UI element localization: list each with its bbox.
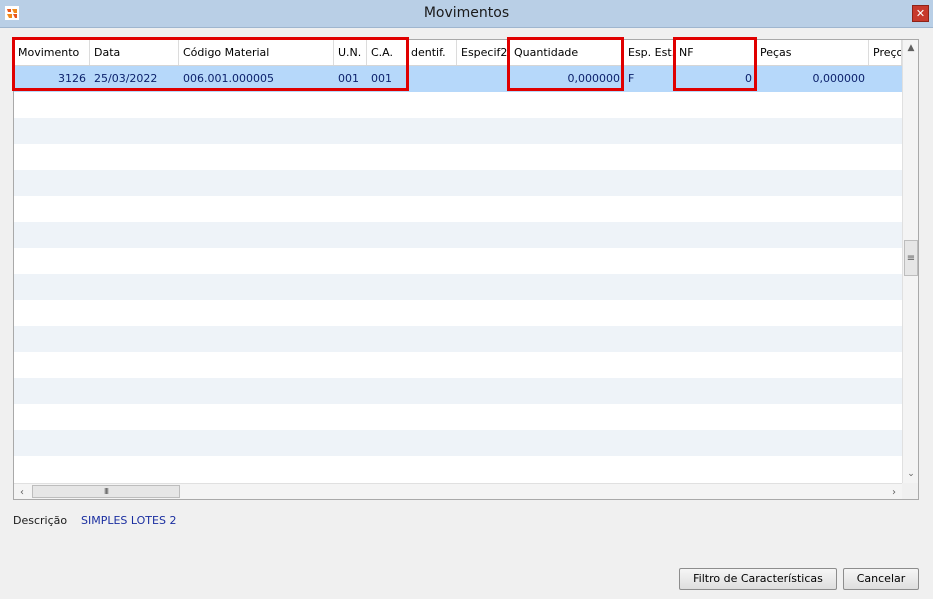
- title-bar: Movimentos ✕: [0, 0, 933, 28]
- dialog-client-area: Movimento Data Código Material U.N. C.A.…: [0, 29, 933, 599]
- scroll-up-arrow-icon[interactable]: ▲: [903, 40, 918, 56]
- column-header-un[interactable]: U.N.: [334, 40, 367, 65]
- grid-header: Movimento Data Código Material U.N. C.A.…: [14, 40, 902, 66]
- scroll-right-arrow-icon[interactable]: ›: [886, 484, 902, 499]
- empty-row: [14, 456, 902, 482]
- cell-movimento[interactable]: 3126: [14, 66, 90, 92]
- cell-codigo-material[interactable]: 006.001.000005: [179, 66, 334, 92]
- column-header-esp-est[interactable]: Esp. Est.: [624, 40, 675, 65]
- cell-esp-est[interactable]: F: [624, 66, 675, 92]
- cell-nf[interactable]: 0: [675, 66, 756, 92]
- empty-row: [14, 118, 902, 144]
- window-title: Movimentos: [423, 5, 510, 21]
- scroll-left-arrow-icon[interactable]: ‹: [14, 484, 30, 499]
- cell-identif[interactable]: [407, 66, 457, 92]
- empty-row: [14, 144, 902, 170]
- empty-row: [14, 326, 902, 352]
- cell-pecas[interactable]: 0,000000: [756, 66, 869, 92]
- column-header-data[interactable]: Data: [90, 40, 179, 65]
- column-header-nf[interactable]: NF: [675, 40, 756, 65]
- empty-row: [14, 404, 902, 430]
- horizontal-scroll-thumb[interactable]: III: [32, 485, 180, 498]
- column-header-especif2[interactable]: Especif2: [457, 40, 510, 65]
- column-header-preco[interactable]: Preço: [869, 40, 902, 65]
- grip-icon: ≡: [906, 252, 916, 264]
- column-header-ca[interactable]: C.A.: [367, 40, 407, 65]
- empty-row: [14, 378, 902, 404]
- filtro-caracteristicas-button[interactable]: Filtro de Características: [679, 568, 837, 590]
- cell-ca[interactable]: 001: [367, 66, 407, 92]
- horizontal-scrollbar[interactable]: ‹ III ›: [14, 483, 902, 499]
- cell-especif2[interactable]: [457, 66, 510, 92]
- empty-row: [14, 274, 902, 300]
- grid-rows: 3126 25/03/2022 006.001.000005 001 001 0…: [14, 66, 902, 482]
- table-row[interactable]: 3126 25/03/2022 006.001.000005 001 001 0…: [14, 66, 902, 92]
- empty-row: [14, 248, 902, 274]
- vertical-scroll-thumb[interactable]: ≡: [904, 240, 918, 276]
- column-header-pecas[interactable]: Peças: [756, 40, 869, 65]
- cell-data[interactable]: 25/03/2022: [90, 66, 179, 92]
- description-label: Descrição: [13, 514, 68, 527]
- empty-row: [14, 92, 902, 118]
- cell-preco[interactable]: [869, 66, 902, 92]
- close-button[interactable]: ✕: [912, 5, 929, 22]
- scrollbar-corner: [902, 483, 918, 499]
- grip-icon: III: [103, 487, 109, 496]
- column-header-identif[interactable]: dentif.: [407, 40, 457, 65]
- empty-row: [14, 222, 902, 248]
- column-header-movimento[interactable]: Movimento: [14, 40, 90, 65]
- empty-row: [14, 430, 902, 456]
- empty-row: [14, 300, 902, 326]
- movements-grid[interactable]: Movimento Data Código Material U.N. C.A.…: [13, 39, 919, 500]
- cell-quantidade[interactable]: 0,000000: [510, 66, 624, 92]
- column-header-codigo-material[interactable]: Código Material: [179, 40, 334, 65]
- column-header-quantidade[interactable]: Quantidade: [510, 40, 624, 65]
- empty-row: [14, 170, 902, 196]
- empty-row: [14, 352, 902, 378]
- empty-row: [14, 196, 902, 222]
- cancel-button[interactable]: Cancelar: [843, 568, 919, 590]
- vertical-scrollbar[interactable]: ▲ ≡ ⌄: [902, 40, 918, 483]
- close-icon: ✕: [915, 7, 926, 20]
- description-value: SIMPLES LOTES 2: [81, 514, 177, 527]
- scroll-down-arrow-icon[interactable]: ⌄: [903, 466, 918, 482]
- cell-un[interactable]: 001: [334, 66, 367, 92]
